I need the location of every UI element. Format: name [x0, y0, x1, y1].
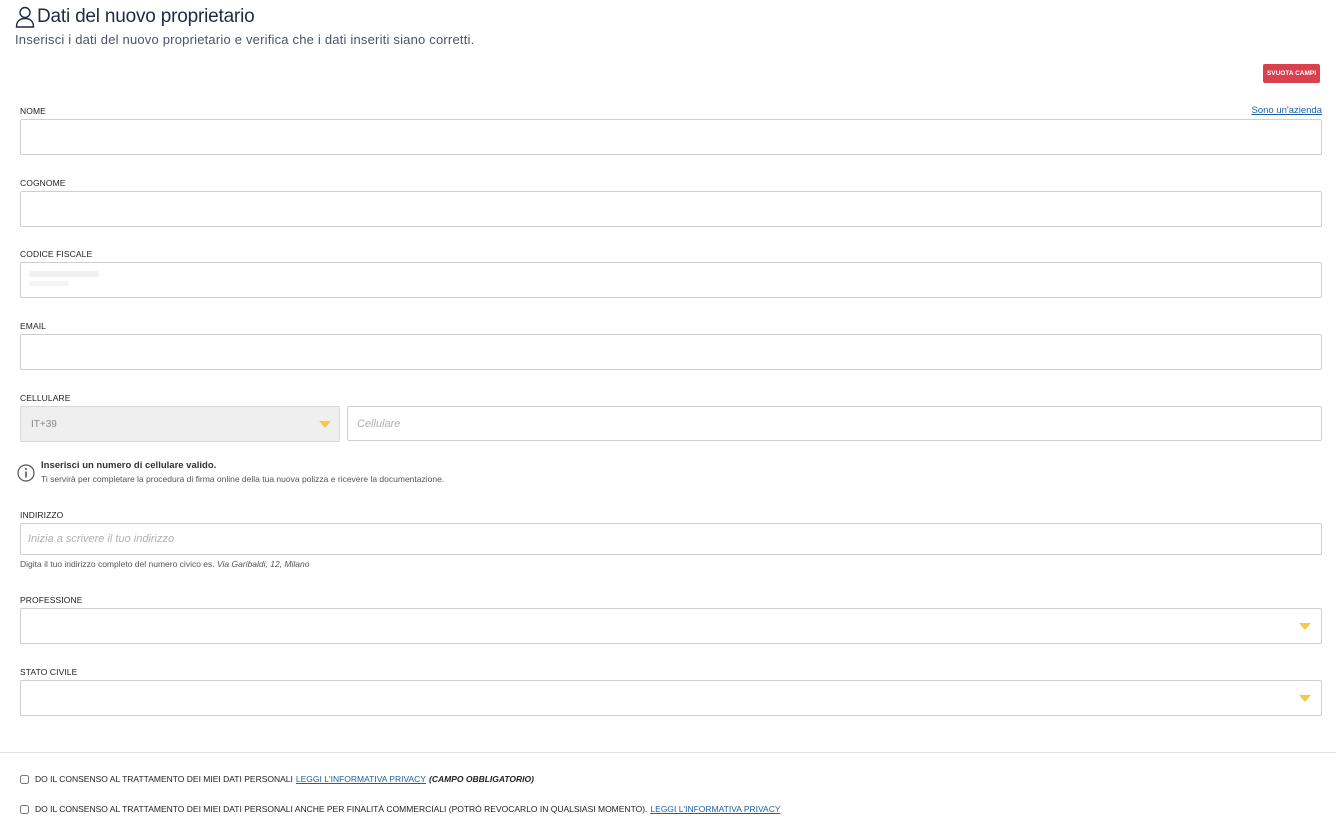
indirizzo-input[interactable]: Inizia a scrivere il tuo indirizzo [20, 523, 1322, 555]
professione-label: PROFESSIONE [20, 595, 83, 605]
cognome-input[interactable] [20, 191, 1322, 227]
phone-prefix-value: IT+39 [31, 419, 57, 430]
clear-fields-button[interactable]: SVUOTA CAMPI [1263, 64, 1320, 83]
marketing-consent-checkbox[interactable] [20, 804, 29, 814]
indirizzo-label: INDIRIZZO [20, 510, 64, 520]
nome-label: NOME [20, 106, 46, 116]
hint-text: Digita il tuo indirizzo completo del num… [20, 559, 215, 569]
chevron-down-icon [319, 421, 331, 428]
codice-fiscale-input[interactable] [20, 262, 1322, 298]
blurred-value [29, 271, 99, 277]
indirizzo-hint: Digita il tuo indirizzo completo del num… [20, 559, 309, 569]
chevron-down-icon [1299, 623, 1311, 630]
stato-civile-label: STATO CIVILE [20, 667, 78, 677]
phone-prefix-select[interactable]: IT+39 [20, 406, 340, 442]
codice-fiscale-label: CODICE FISCALE [20, 249, 93, 259]
info-icon [17, 464, 35, 487]
indirizzo-placeholder: Inizia a scrivere il tuo indirizzo [28, 533, 175, 545]
hint-example: Via Garibaldi, 12, Milano [217, 559, 310, 569]
privacy-consent-checkbox[interactable] [20, 774, 29, 784]
blurred-value [29, 281, 69, 286]
info-text: Ti servirà per completare la procedura d… [41, 474, 445, 484]
chevron-down-icon [1299, 695, 1311, 702]
company-link[interactable]: Sono un'azienda [1252, 105, 1323, 116]
marketing-consent: Do il consenso al trattamento dei miei d… [20, 804, 784, 814]
privacy-policy-link[interactable]: Leggi l'informativa privacy [296, 774, 426, 784]
user-icon [15, 6, 35, 28]
required-note: (campo obbligatorio) [429, 774, 534, 784]
privacy-consent: Do il consenso al trattamento dei miei d… [20, 774, 534, 784]
cellulare-label: CELLULARE [20, 393, 71, 403]
email-label: EMAIL [20, 321, 47, 331]
divider [0, 752, 1336, 753]
nome-input[interactable] [20, 119, 1322, 155]
page-title: Dati del nuovo proprietario [37, 6, 255, 27]
page-header: Dati del nuovo proprietario Inserisci i … [15, 6, 474, 47]
consent-text: Do il consenso al trattamento dei miei d… [35, 774, 293, 784]
professione-select[interactable] [20, 608, 1322, 644]
page-subtitle: Inserisci i dati del nuovo proprietario … [15, 32, 475, 47]
stato-civile-select[interactable] [20, 680, 1322, 716]
cognome-label: COGNOME [20, 178, 66, 188]
phone-placeholder: Cellulare [357, 418, 401, 430]
phone-input[interactable]: Cellulare [347, 406, 1322, 441]
email-input[interactable] [20, 334, 1322, 370]
consent-text: Do il consenso al trattamento dei miei d… [35, 804, 648, 814]
privacy-policy-link[interactable]: Leggi l'informativa privacy [650, 804, 780, 814]
info-title: Inserisci un numero di cellulare valido. [41, 460, 217, 471]
